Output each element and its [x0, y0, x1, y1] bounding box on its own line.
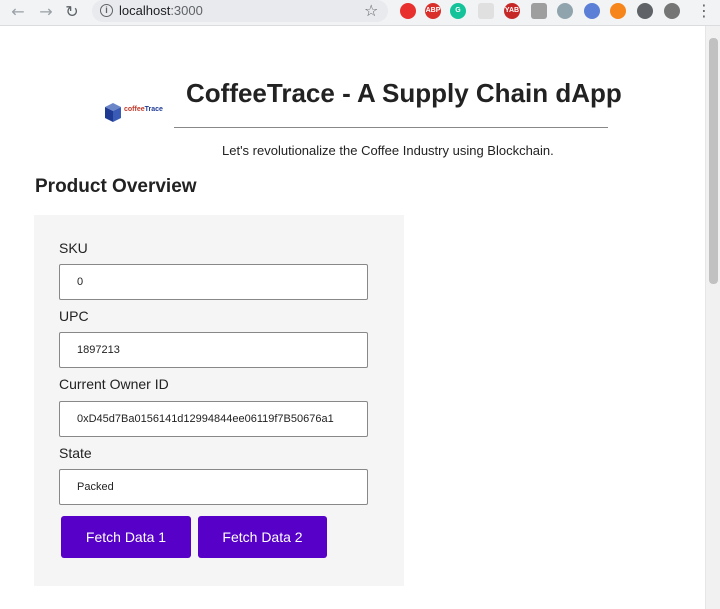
profile-avatar-icon[interactable] [664, 3, 680, 19]
yab-extension-icon[interactable]: YAB [504, 3, 520, 19]
sku-label: SKU [59, 240, 88, 256]
address-bar[interactable]: i localhost:3000 ☆ [92, 0, 388, 22]
sku-input[interactable]: 0 [59, 264, 368, 300]
info-icon[interactable]: i [100, 4, 113, 17]
extension-box-icon[interactable] [531, 3, 547, 19]
feather-extension-icon[interactable] [584, 3, 600, 19]
upc-input[interactable]: 1897213 [59, 332, 368, 368]
extension-grey-icon[interactable] [478, 3, 494, 19]
puzzle-extensions-icon[interactable] [637, 3, 653, 19]
back-arrow-icon[interactable]: ← [8, 2, 28, 22]
page-scrollbar[interactable] [705, 26, 720, 609]
browser-toolbar: ← → ↻ i localhost:3000 ☆ ABP G YAB ⋮ [0, 0, 720, 26]
page-content: coffeeTrace CoffeeTrace - A Supply Chain… [0, 26, 705, 609]
product-overview-panel: SKU 0 UPC 1897213 Current Owner ID 0xD45… [34, 215, 404, 586]
state-label: State [59, 445, 92, 461]
shield-extension-icon[interactable] [557, 3, 573, 19]
metamask-fox-icon[interactable] [610, 3, 626, 19]
page-tagline: Let's revolutionalize the Coffee Industr… [222, 143, 554, 158]
url-text: localhost:3000 [119, 3, 203, 18]
title-divider [174, 127, 608, 128]
owner-id-label: Current Owner ID [59, 376, 169, 392]
owner-id-input[interactable]: 0xD45d7Ba0156141d12994844ee06119f7B50676… [59, 401, 368, 437]
bookmark-star-icon[interactable]: ☆ [364, 1, 378, 20]
logo-cube-icon [105, 103, 121, 122]
scrollbar-thumb[interactable] [709, 38, 718, 284]
section-title: Product Overview [35, 176, 197, 197]
fetch-data-2-button[interactable]: Fetch Data 2 [198, 516, 327, 558]
page-title: CoffeeTrace - A Supply Chain dApp [186, 78, 622, 108]
kebab-menu-icon[interactable]: ⋮ [696, 1, 712, 20]
extension-red-icon[interactable] [400, 3, 416, 19]
adblock-extension-icon[interactable]: ABP [425, 3, 441, 19]
state-input[interactable]: Packed [59, 469, 368, 505]
upc-label: UPC [59, 308, 89, 324]
reload-icon[interactable]: ↻ [62, 2, 82, 22]
grammarly-extension-icon[interactable]: G [450, 3, 466, 19]
coffeetrace-logo: coffeeTrace [104, 102, 174, 126]
fetch-data-1-button[interactable]: Fetch Data 1 [61, 516, 191, 558]
forward-arrow-icon[interactable]: → [36, 2, 56, 22]
